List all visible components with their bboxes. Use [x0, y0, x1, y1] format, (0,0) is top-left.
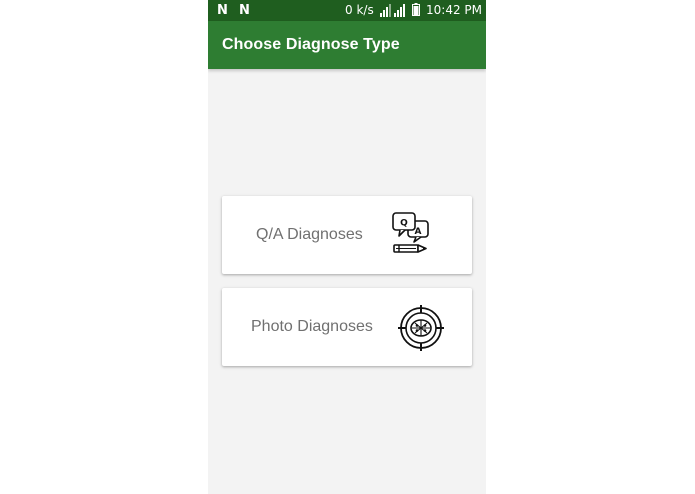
status-bar: N N 0 k/s 10:42 PM — [208, 0, 486, 21]
page-title: Choose Diagnose Type — [222, 36, 400, 53]
icon-letter-q: Q — [400, 219, 408, 229]
network-speed: 0 k/s — [345, 3, 374, 17]
target-crosshair-icon — [398, 305, 444, 351]
clock: 10:42 PM — [426, 3, 482, 17]
app-bar: Choose Diagnose Type — [208, 21, 486, 69]
notification-n-icon: N — [239, 3, 250, 18]
photo-diagnoses-button[interactable]: Photo Diagnoses — [222, 288, 472, 366]
notification-n-icon: N — [217, 3, 228, 18]
phone-screen: N N 0 k/s 10:42 PM Choose Diagnose Type … — [208, 0, 486, 494]
qa-chat-pencil-icon: A Q — [392, 212, 429, 253]
qa-diagnoses-label: Q/A Diagnoses — [256, 226, 363, 243]
signal-strength-icon — [380, 4, 405, 17]
qa-diagnoses-button[interactable]: Q/A Diagnoses A Q — [222, 196, 472, 274]
photo-diagnoses-label: Photo Diagnoses — [251, 318, 373, 335]
battery-icon — [412, 3, 420, 16]
